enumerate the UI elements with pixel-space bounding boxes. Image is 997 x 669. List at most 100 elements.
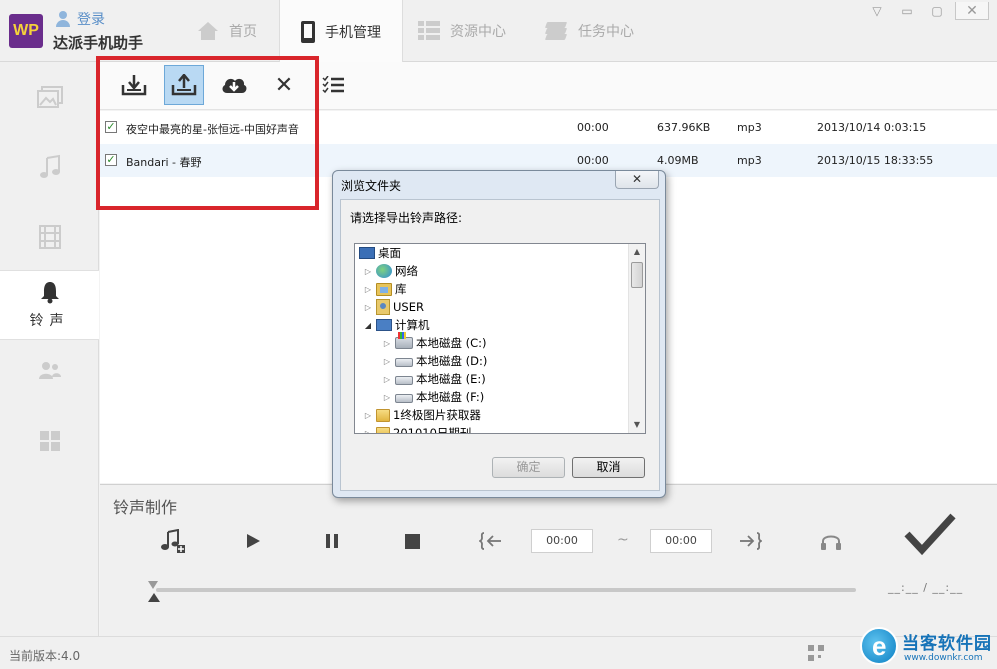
dialog-close-button[interactable]: ✕ xyxy=(615,171,659,189)
expand-icon[interactable]: ▷ xyxy=(382,393,392,402)
tree-item-library[interactable]: ▷ 库 xyxy=(363,280,407,298)
sidebar-item-label: 铃声 xyxy=(29,313,70,329)
tree-item-label: 桌面 xyxy=(378,246,401,260)
watermark-url: www.downkr.com xyxy=(904,653,983,663)
scroll-down-icon[interactable]: ▼ xyxy=(629,417,645,433)
sidebar-item-video[interactable] xyxy=(0,202,99,272)
title-bar: WP 登录 达派手机助手 首页 手机管理 资源中心 任务中心 ▽ ▭ ▢ ✕ xyxy=(0,0,997,63)
network-icon xyxy=(376,264,392,278)
set-end-button[interactable] xyxy=(735,526,765,556)
tree-item-drive-f[interactable]: ▷ 本地磁盘 (F:) xyxy=(382,388,484,406)
app-name: 达派手机助手 xyxy=(53,34,144,52)
dialog-body: 请选择导出铃声路径: 桌面 ▷ 网络 ▷ 库 ▷ USER ◢ 计算机 ▷ 本地… xyxy=(340,199,660,491)
minimize-button[interactable]: ▭ xyxy=(895,2,919,20)
set-start-icon xyxy=(479,532,501,550)
tree-scrollbar[interactable]: ▲ ▼ xyxy=(628,244,645,433)
drive-icon xyxy=(395,376,413,385)
sidebar-item-contacts[interactable] xyxy=(0,340,99,402)
tab-task-center[interactable]: 任务中心 xyxy=(544,0,654,62)
library-icon xyxy=(376,282,392,296)
expand-icon[interactable]: ▷ xyxy=(363,303,373,312)
tree-item-label: 本地磁盘 (C:) xyxy=(416,336,487,350)
film-icon xyxy=(38,225,61,249)
tree-item-computer[interactable]: ◢ 计算机 xyxy=(363,316,430,334)
restore-button[interactable]: ▢ xyxy=(925,2,949,20)
login-label: 登录 xyxy=(77,12,105,28)
expand-icon[interactable]: ▷ xyxy=(382,339,392,348)
tree-item-network[interactable]: ▷ 网络 xyxy=(363,262,418,280)
scroll-up-icon[interactable]: ▲ xyxy=(629,244,645,260)
ok-button[interactable]: 确定 xyxy=(492,457,565,478)
collapse-icon[interactable]: ◢ xyxy=(363,321,373,330)
system-drive-icon xyxy=(395,332,413,349)
expand-icon[interactable]: ▷ xyxy=(363,267,373,276)
select-list-icon xyxy=(322,76,344,94)
drive-icon xyxy=(395,358,413,367)
expand-icon[interactable]: ▷ xyxy=(363,285,373,294)
scroll-thumb[interactable] xyxy=(631,262,643,288)
tree-item-drive-d[interactable]: ▷ 本地磁盘 (D:) xyxy=(382,352,487,370)
tree-item-label: 201010日期刊 xyxy=(393,426,472,434)
stop-button[interactable] xyxy=(397,526,427,556)
app-logo: WP xyxy=(9,14,43,48)
login-button[interactable]: 登录 xyxy=(55,9,105,29)
expand-icon[interactable]: ▷ xyxy=(382,357,392,366)
pause-icon xyxy=(326,534,338,548)
tree-item-user[interactable]: ▷ USER xyxy=(363,298,424,316)
tree-item-drive-c[interactable]: ▷ 本地磁盘 (C:) xyxy=(382,332,487,352)
tree-item-folder[interactable]: ▷ 201010日期刊 xyxy=(363,424,472,434)
start-marker[interactable] xyxy=(148,581,158,589)
time-display: __:__ / __:__ xyxy=(888,581,964,594)
sidebar-item-music[interactable] xyxy=(0,132,99,202)
pause-button[interactable] xyxy=(317,526,347,556)
audio-timeline-slider[interactable] xyxy=(156,588,856,592)
tree-item-drive-e[interactable]: ▷ 本地磁盘 (E:) xyxy=(382,370,486,388)
tree-item-label: 计算机 xyxy=(395,318,430,332)
cancel-button[interactable]: 取消 xyxy=(572,457,645,478)
tab-phone-manage[interactable]: 手机管理 xyxy=(279,0,403,63)
tab-label: 任务中心 xyxy=(578,24,634,40)
start-time-input[interactable]: 00:00 xyxy=(531,529,593,553)
maker-title: 铃声制作 xyxy=(113,498,178,517)
ringtone-maker-panel: 铃声制作 00:00 ~ 00:00 __:__ / __:__ xyxy=(100,484,997,636)
add-music-button[interactable] xyxy=(158,526,188,556)
playhead-marker[interactable] xyxy=(148,593,160,602)
tree-item-folder[interactable]: ▷ 1终极图片获取器 xyxy=(363,406,481,424)
tree-item-desktop[interactable]: 桌面 xyxy=(359,244,401,262)
tree-item-label: 库 xyxy=(395,282,407,296)
close-button[interactable]: ✕ xyxy=(955,2,989,20)
expand-icon[interactable]: ▷ xyxy=(382,375,392,384)
tab-home[interactable]: 首页 xyxy=(197,0,277,62)
photo-icon xyxy=(36,86,63,108)
dropdown-icon[interactable]: ▽ xyxy=(865,2,889,20)
tree-item-label: USER xyxy=(393,300,424,314)
tree-item-label: 本地磁盘 (D:) xyxy=(416,354,488,368)
watermark-logo-icon xyxy=(860,627,898,665)
ringtone-date: 2013/10/15 18:33:55 xyxy=(817,154,934,167)
select-list-button[interactable] xyxy=(314,65,354,105)
ringtone-duration: 00:00 xyxy=(577,154,609,167)
watermark-title: 当客软件园 xyxy=(902,634,992,654)
end-time-input[interactable]: 00:00 xyxy=(650,529,712,553)
add-music-icon xyxy=(161,529,185,553)
play-button[interactable] xyxy=(238,526,268,556)
tab-label: 手机管理 xyxy=(325,24,381,41)
sidebar-item-photos[interactable] xyxy=(0,62,99,132)
qr-code-icon[interactable] xyxy=(808,645,824,661)
play-icon xyxy=(247,534,260,548)
sidebar-item-ringtone[interactable]: 铃声 xyxy=(0,270,99,340)
drive-icon xyxy=(395,394,413,403)
tree-item-label: 本地磁盘 (F:) xyxy=(416,390,485,404)
preview-listen-button[interactable] xyxy=(816,526,846,556)
folder-tree: 桌面 ▷ 网络 ▷ 库 ▷ USER ◢ 计算机 ▷ 本地磁盘 (C:) ▷ 本… xyxy=(354,243,646,434)
confirm-ringtone-button[interactable] xyxy=(902,509,958,559)
time-separator: ~ xyxy=(617,532,629,548)
expand-icon[interactable]: ▷ xyxy=(363,429,373,434)
highlight-box xyxy=(96,56,319,210)
set-end-icon xyxy=(740,532,762,550)
set-start-button[interactable] xyxy=(476,526,506,556)
sidebar-item-apps[interactable] xyxy=(0,408,99,474)
tab-resource-center[interactable]: 资源中心 xyxy=(418,0,528,62)
contacts-icon xyxy=(38,362,61,379)
expand-icon[interactable]: ▷ xyxy=(363,411,373,420)
